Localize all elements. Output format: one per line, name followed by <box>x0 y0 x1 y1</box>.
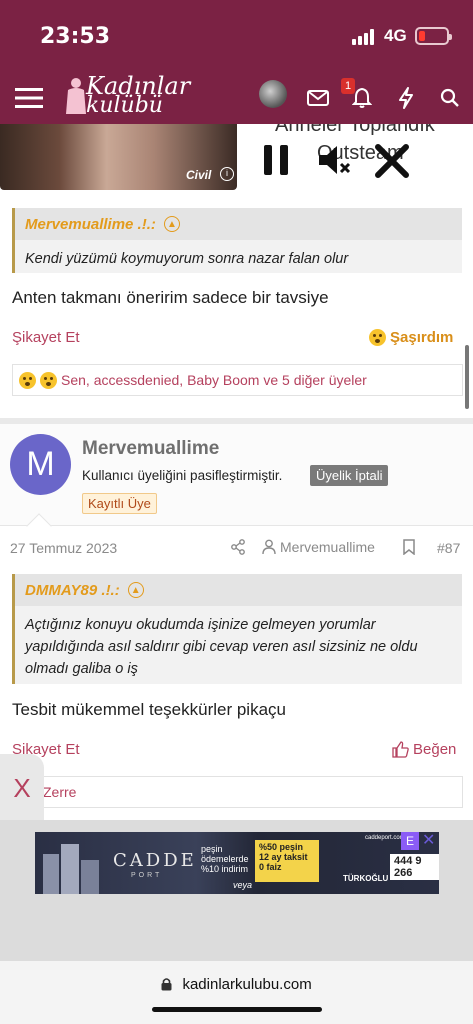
ad-choices-icon[interactable]: E <box>401 832 419 850</box>
surprised-emoji-icon <box>369 329 386 346</box>
status-bar: 23:53 4G <box>0 0 473 72</box>
user-role-badge: Kayıtlı Üye <box>82 493 157 514</box>
ad-brand-sub: PORT <box>131 872 163 879</box>
post-date[interactable]: 27 Temmuz 2023 <box>10 540 117 556</box>
report-link[interactable]: Şikayet Et <box>12 329 80 346</box>
search-icon[interactable] <box>436 84 464 112</box>
quote-block: DMMAY89 .!.: ▲ Açtığınız konuyu okudumda… <box>12 574 462 684</box>
surprised-emoji-icon <box>40 371 57 389</box>
close-video-icon[interactable] <box>375 144 409 178</box>
reactions-text: Zerre <box>43 784 77 800</box>
ad-site: caddeport.com <box>365 835 405 841</box>
hamburger-menu-icon[interactable] <box>15 84 43 112</box>
quote-header[interactable]: DMMAY89 .!.: ▲ <box>15 574 462 606</box>
thumbs-up-icon <box>392 741 409 758</box>
home-indicator[interactable] <box>152 1007 322 1012</box>
reactions-list[interactable]: Sen, accessdenied, Baby Boom ve 5 diğer … <box>12 364 463 396</box>
logo-figure-icon <box>66 78 86 114</box>
quote-header[interactable]: Mervemuallime .!.: ▲ <box>15 208 462 240</box>
site-logo[interactable]: Kadınlar kulübü <box>64 72 190 120</box>
post-87: DMMAY89 .!.: ▲ Açtığınız konuyu okudumda… <box>0 562 473 817</box>
reaction-button[interactable]: Şaşırdım <box>369 329 453 346</box>
post-number[interactable]: #87 <box>437 540 460 556</box>
ad-developer: TÜRKOĞLU <box>343 874 389 883</box>
building-illustration-icon <box>43 844 99 894</box>
quote-author[interactable]: Mervemuallime .!.: <box>25 216 156 233</box>
ad-veya: veya <box>233 880 253 890</box>
ad-brand: CADDE <box>113 850 197 871</box>
user-icon <box>262 539 276 555</box>
network-type: 4G <box>384 26 407 45</box>
like-label: Beğen <box>413 741 457 758</box>
quote-text: Açtığınız konuyu okudumda işinize gelmey… <box>25 617 418 677</box>
ad-container: CADDE PORT peşin ödemelerde %10 indirim … <box>0 820 473 960</box>
overlay-close-button[interactable]: X <box>0 754 44 822</box>
quote-block: Mervemuallime .!.: ▲ Kendi yüzümü koymuy… <box>12 208 462 273</box>
top-navbar: Kadınlar kulübü 1 <box>0 72 473 124</box>
post-message: Tesbit mükemmel teşekkürler pikaçu <box>12 700 286 719</box>
arrow-up-circle-icon[interactable]: ▲ <box>127 582 144 598</box>
url-text: kadinlarkulubu.com <box>182 976 312 993</box>
post-message: Anten takmanı öneririm sadece bir tavsiy… <box>12 288 329 307</box>
post-meta: 27 Temmuz 2023 Mervemuallime #87 <box>0 536 473 560</box>
video-player-controls: Anneler Toplandık Outsteam <box>237 124 473 190</box>
mute-icon[interactable] <box>317 144 353 176</box>
user-avatar[interactable] <box>259 80 287 108</box>
info-icon[interactable]: i <box>220 167 234 181</box>
signal-icon <box>352 29 374 45</box>
ad-phone: 444 9 266 <box>390 854 439 880</box>
ad-close-icon[interactable]: ✕ <box>422 830 435 850</box>
user-status: Kullanıcı üyeliğini pasifleştirmiştir. <box>82 468 283 483</box>
post-author-name: Mervemuallime <box>280 539 375 555</box>
video-thumbnail[interactable]: Civil i <box>0 124 237 190</box>
video-title: Anneler Toplandık <box>275 124 435 136</box>
battery-icon <box>415 27 452 45</box>
reaction-label: Şaşırdım <box>390 329 454 346</box>
url-display[interactable]: kadinlarkulubu.com <box>0 976 473 993</box>
arrow-up-circle-icon[interactable]: ▲ <box>163 216 180 232</box>
mail-icon[interactable] <box>304 84 332 112</box>
username[interactable]: Mervemuallime <box>82 438 219 460</box>
logo-line2: kulübü <box>86 93 163 118</box>
share-icon[interactable] <box>230 539 246 555</box>
ad-payment-text: peşin ödemelerde %10 indirim <box>201 844 249 874</box>
lightning-icon[interactable] <box>392 84 420 112</box>
post-86: Mervemuallime .!.: ▲ Kendi yüzümü koymuy… <box>0 190 473 422</box>
bookmark-icon[interactable] <box>402 539 416 555</box>
pause-icon[interactable] <box>263 144 291 176</box>
user-avatar-large[interactable]: M <box>10 434 71 495</box>
status-time: 23:53 <box>40 24 111 49</box>
banner-ad[interactable]: CADDE PORT peşin ödemelerde %10 indirim … <box>35 832 439 894</box>
membership-cancelled-badge: Üyelik İptali <box>310 465 389 486</box>
video-brand: Civil <box>186 168 212 182</box>
browser-address-bar[interactable]: kadinlarkulubu.com <box>0 960 473 1024</box>
scrollbar[interactable] <box>465 345 469 409</box>
user-info-block: M Mervemuallime Kullanıcı üyeliğini pasi… <box>0 424 473 526</box>
post-author[interactable]: Mervemuallime <box>262 539 375 555</box>
lock-icon <box>161 978 172 991</box>
quote-author[interactable]: DMMAY89 .!.: <box>25 582 120 599</box>
like-button[interactable]: Beğen <box>392 741 456 758</box>
quote-text: Kendi yüzümü koymuyorum sonra nazar fala… <box>25 251 349 267</box>
reactions-list[interactable]: Zerre <box>12 776 463 808</box>
laughing-emoji-icon <box>19 371 36 389</box>
reactions-text: Sen, accessdenied, Baby Boom ve 5 diğer … <box>61 372 367 388</box>
bell-icon[interactable] <box>348 84 376 112</box>
ad-offer: %50 peşin 12 ay taksit 0 faiz <box>255 840 319 882</box>
